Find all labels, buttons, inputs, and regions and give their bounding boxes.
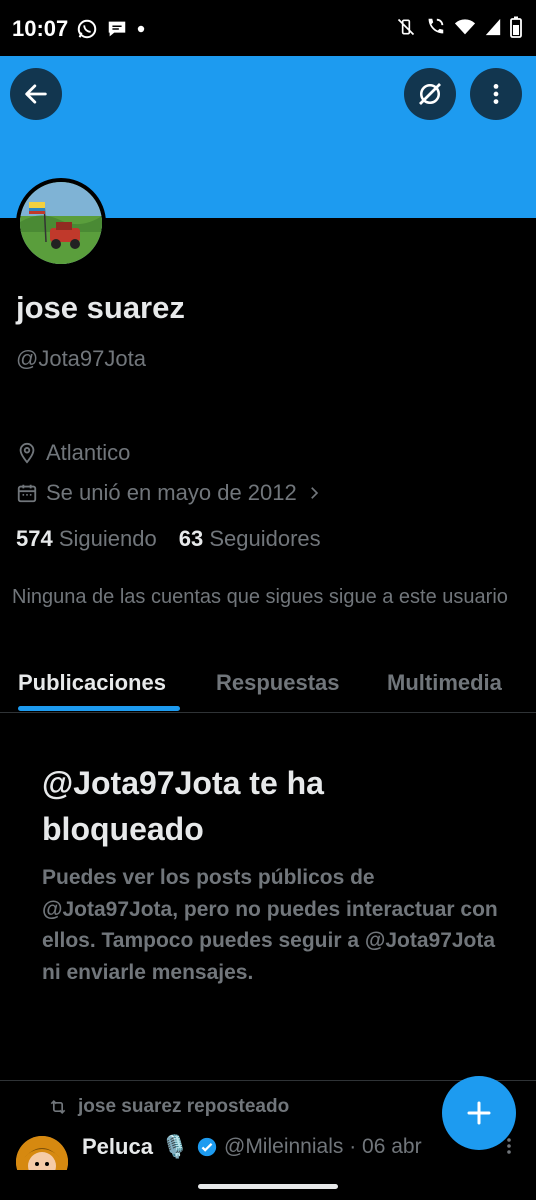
status-time: 10:07 xyxy=(12,16,69,41)
following-link[interactable]: 574 Siguiendo xyxy=(16,526,157,552)
microphone-emoji: 🎙️ xyxy=(160,1134,189,1159)
tweet-item[interactable]: Peluca 🎙️ @Mileinnials · 06 abr xyxy=(16,1134,526,1188)
followers-label: Seguidores xyxy=(209,526,321,551)
whatsapp-icon xyxy=(77,19,97,39)
location-pin-icon xyxy=(19,442,35,464)
divider xyxy=(0,1080,536,1081)
joined-text: Se unió en mayo de 2012 xyxy=(46,480,297,505)
avatar-image xyxy=(20,182,102,264)
dot-icon xyxy=(137,25,145,33)
more-vertical-icon xyxy=(493,84,499,104)
profile-handle: @Jota97Jota xyxy=(16,346,146,371)
profile-tabs: Publicaciones Respuestas Multimedia xyxy=(0,660,536,713)
wifi-icon xyxy=(454,19,476,35)
plus-icon xyxy=(467,1101,491,1125)
gesture-handle[interactable] xyxy=(198,1184,338,1189)
repost-indicator: jose suarez reposteado xyxy=(48,1096,289,1118)
grok-button[interactable] xyxy=(404,68,456,120)
more-vertical-icon xyxy=(507,1138,511,1154)
tab-respuestas[interactable]: Respuestas xyxy=(216,670,340,696)
tweet-author-name: Peluca xyxy=(82,1134,153,1159)
call-wifi-icon xyxy=(428,18,444,34)
location-row: Atlantico xyxy=(16,440,130,466)
signal-icon xyxy=(485,18,501,36)
tweet-handle-date: @Mileinnials · 06 abr xyxy=(224,1135,422,1158)
follow-stats: 574 Siguiendo 63 Seguidores xyxy=(16,526,321,552)
status-bar: 10:07 xyxy=(0,0,536,56)
tweet-more-button[interactable] xyxy=(504,1136,514,1162)
chat-bubble-icon xyxy=(108,21,126,37)
active-tab-indicator xyxy=(18,706,180,711)
tweet-author[interactable]: Peluca 🎙️ xyxy=(82,1134,218,1160)
followers-count: 63 xyxy=(178,526,204,551)
following-label: Siguiendo xyxy=(58,526,157,551)
blocked-body: Puedes ver los posts públicos de @Jota97… xyxy=(42,866,498,984)
profile-avatar[interactable] xyxy=(16,178,106,268)
tab-publicaciones[interactable]: Publicaciones xyxy=(18,670,166,696)
joined-row[interactable]: Se unió en mayo de 2012 xyxy=(16,480,323,506)
vibrate-off-icon xyxy=(397,18,415,36)
repost-label: jose suarez reposteado xyxy=(78,1096,290,1117)
arrow-left-icon xyxy=(25,84,47,104)
profile-name: jose suarez xyxy=(16,290,185,325)
followers-link[interactable]: 63 Seguidores xyxy=(179,526,321,552)
blocked-title: @Jota97Jota te ha bloqueado xyxy=(42,765,324,847)
chevron-right-icon xyxy=(310,487,318,499)
compose-button[interactable] xyxy=(442,1076,516,1150)
verified-badge-icon xyxy=(198,1137,217,1157)
location-text: Atlantico xyxy=(46,440,131,465)
mutuals-note: Ninguna de las cuentas que sigues sigue … xyxy=(12,586,508,608)
grok-icon xyxy=(419,83,441,105)
more-options-button[interactable] xyxy=(470,68,522,120)
back-button[interactable] xyxy=(10,68,62,120)
battery-icon xyxy=(510,16,522,38)
calendar-icon xyxy=(17,484,37,503)
tab-multimedia[interactable]: Multimedia xyxy=(387,670,502,696)
repost-icon xyxy=(50,1099,66,1115)
following-count: 574 xyxy=(16,526,53,551)
